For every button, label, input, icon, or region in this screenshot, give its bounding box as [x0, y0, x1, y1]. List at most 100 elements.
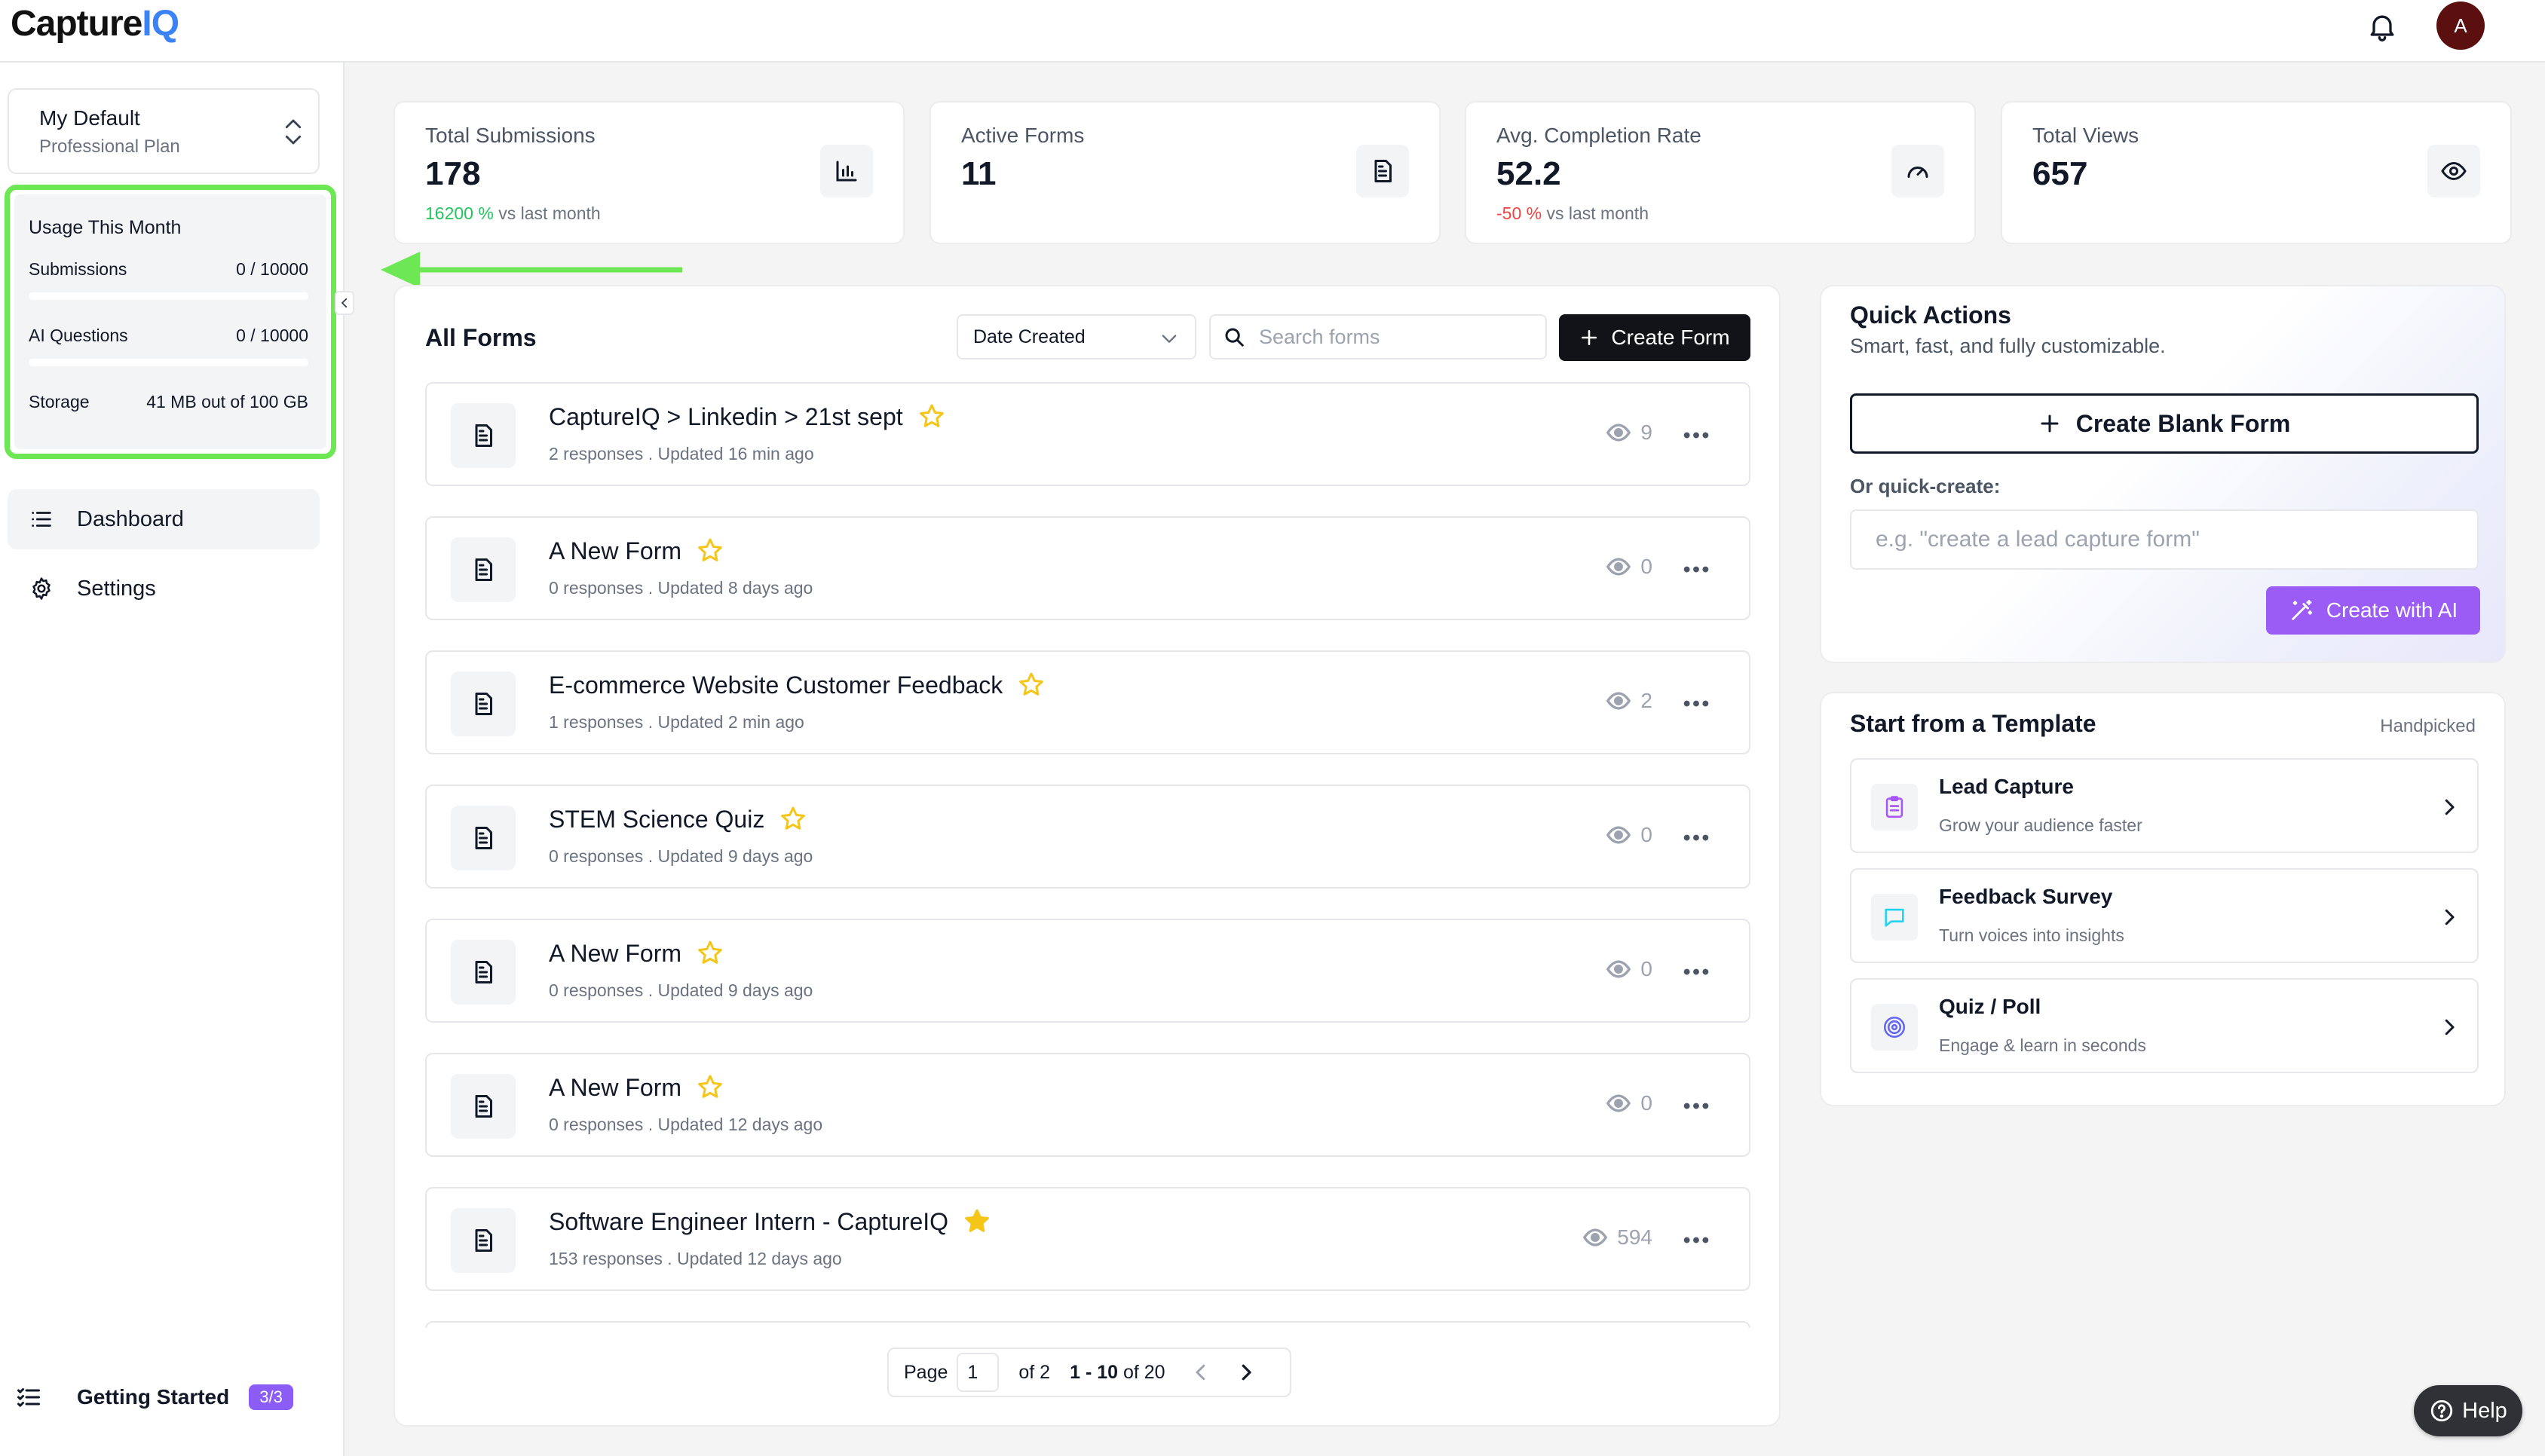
more-options-icon[interactable]	[1680, 421, 1713, 448]
document-icon	[451, 671, 516, 736]
form-row[interactable]: CaptureIQ > Linkedin > 21st sept 2 respo…	[425, 382, 1750, 486]
section-title: Quick Actions	[1850, 301, 2011, 329]
create-with-ai-button[interactable]: Create with AI	[2266, 586, 2480, 635]
star-outline-icon[interactable]	[695, 938, 725, 968]
star-outline-icon[interactable]	[778, 804, 808, 834]
page-range-bold: 1 - 10	[1070, 1361, 1119, 1383]
eye-icon	[1606, 692, 1631, 710]
form-row[interactable]: Software Engineer Intern - CaptureIQ 153…	[425, 1187, 1750, 1291]
chevron-up-down-icon	[285, 119, 302, 145]
more-options-icon[interactable]	[1680, 958, 1713, 985]
form-row-partial[interactable]	[425, 1321, 1750, 1328]
star-outline-icon[interactable]	[695, 1072, 725, 1103]
chevron-right-icon[interactable]	[1235, 1361, 1257, 1384]
page-total: of 2	[1018, 1361, 1051, 1383]
stat-value: 657	[2032, 155, 2088, 192]
form-meta: 0 responses . Updated 9 days ago	[549, 846, 813, 866]
form-meta: 153 responses . Updated 12 days ago	[549, 1249, 842, 1268]
form-title-wrap: A New Form	[549, 938, 725, 968]
pagination: Page 1 of 2 1 - 10 of 20	[887, 1347, 1291, 1397]
form-meta: 0 responses . Updated 9 days ago	[549, 980, 813, 1000]
chat-bubble-icon	[1871, 894, 1918, 941]
form-title: Software Engineer Intern - CaptureIQ	[549, 1207, 949, 1235]
template-name: Quiz / Poll	[1939, 995, 2041, 1018]
form-row[interactable]: A New Form 0 responses . Updated 12 days…	[425, 1053, 1750, 1157]
form-title: A New Form	[549, 1073, 682, 1101]
search-field[interactable]	[1209, 314, 1547, 359]
template-name: Lead Capture	[1939, 775, 2074, 798]
chevron-left-icon[interactable]	[1190, 1361, 1212, 1384]
more-options-icon[interactable]	[1680, 1092, 1713, 1119]
form-row[interactable]: STEM Science Quiz 0 responses . Updated …	[425, 785, 1750, 889]
create-with-ai-label: Create with AI	[2326, 598, 2458, 622]
template-card-feedback-survey[interactable]: Feedback Survey Turn voices into insight…	[1850, 868, 2479, 963]
form-title: A New Form	[549, 939, 682, 967]
template-card-quiz-poll[interactable]: Quiz / Poll Engage & learn in seconds	[1850, 978, 2479, 1073]
document-icon	[451, 940, 516, 1005]
form-title-wrap: Software Engineer Intern - CaptureIQ	[549, 1207, 992, 1237]
search-input[interactable]	[1259, 325, 1538, 349]
sort-value: Date Created	[973, 326, 1086, 347]
document-icon	[451, 1074, 516, 1139]
form-row[interactable]: A New Form 0 responses . Updated 9 days …	[425, 919, 1750, 1023]
create-blank-form-label: Create Blank Form	[2075, 409, 2291, 437]
document-icon	[451, 537, 516, 602]
create-blank-form-button[interactable]: Create Blank Form	[1850, 393, 2479, 454]
collapse-sidebar-button[interactable]	[335, 291, 354, 315]
sidebar-item-settings[interactable]: Settings	[8, 558, 320, 619]
star-outline-icon[interactable]	[1016, 670, 1046, 700]
plus-icon	[2041, 414, 2059, 433]
getting-started-label: Getting Started	[77, 1385, 230, 1409]
usage-label: Storage	[29, 392, 90, 411]
form-row[interactable]: A New Form 0 responses . Updated 8 days …	[425, 516, 1750, 620]
template-desc: Turn voices into insights	[1939, 925, 2124, 945]
search-icon	[1225, 328, 1244, 347]
chevron-down-icon	[1162, 335, 1177, 343]
form-row[interactable]: E-commerce Website Customer Feedback 1 r…	[425, 650, 1750, 754]
form-views: 594	[1582, 1225, 1652, 1250]
top-bar: CaptureIQ A	[0, 0, 2545, 63]
view-count: 0	[1640, 957, 1652, 980]
workspace-switcher[interactable]: My Default Professional Plan	[8, 88, 320, 174]
create-form-button[interactable]: Create Form	[1559, 314, 1750, 361]
section-subtitle: Smart, fast, and fully customizable.	[1850, 335, 2166, 357]
star-outline-icon[interactable]	[917, 402, 947, 432]
view-count: 0	[1640, 555, 1652, 578]
template-card-lead-capture[interactable]: Lead Capture Grow your audience faster	[1850, 758, 2479, 853]
trend-text: vs last month	[1546, 203, 1649, 223]
usage-row-ai-questions: AI Questions 0 / 10000	[29, 326, 308, 346]
star-outline-icon[interactable]	[695, 536, 725, 566]
help-button[interactable]: Help	[2414, 1385, 2522, 1436]
usage-value: 0 / 10000	[236, 259, 308, 279]
more-options-icon[interactable]	[1680, 555, 1713, 583]
notification-bell-icon[interactable]	[2366, 10, 2399, 43]
quick-actions-panel: Quick Actions Smart, fast, and fully cus…	[1820, 285, 2506, 663]
workspace-name: My Default	[39, 106, 140, 130]
eye-icon	[1606, 960, 1631, 978]
more-options-icon[interactable]	[1680, 824, 1713, 851]
document-icon	[451, 806, 516, 870]
form-views: 0	[1606, 822, 1652, 848]
trend-value: -50 %	[1496, 203, 1542, 223]
app-logo[interactable]: CaptureIQ	[11, 3, 179, 44]
star-filled-icon[interactable]	[962, 1207, 992, 1237]
chevron-right-icon	[2445, 909, 2455, 925]
ai-questions-progress-bar	[29, 359, 308, 366]
chevron-left-icon	[341, 298, 348, 308]
sort-dropdown[interactable]: Date Created	[957, 314, 1196, 359]
getting-started-link[interactable]: Getting Started 3/3	[15, 1378, 317, 1416]
document-icon	[451, 1208, 516, 1273]
form-meta: 2 responses . Updated 16 min ago	[549, 444, 814, 463]
page-range-rest: of 20	[1122, 1361, 1165, 1383]
sidebar-item-dashboard[interactable]: Dashboard	[8, 489, 320, 549]
question-circle-icon	[2431, 1399, 2453, 1422]
form-title: STEM Science Quiz	[549, 805, 765, 833]
page-label: Page	[904, 1361, 948, 1383]
more-options-icon[interactable]	[1680, 1226, 1713, 1253]
usage-value: 41 MB out of 100 GB	[146, 392, 308, 411]
user-avatar[interactable]: A	[2436, 2, 2485, 50]
quick-create-input[interactable]	[1850, 509, 2479, 570]
form-title: E-commerce Website Customer Feedback	[549, 671, 1003, 699]
page-number-input[interactable]: 1	[957, 1353, 1000, 1392]
more-options-icon[interactable]	[1680, 690, 1713, 717]
